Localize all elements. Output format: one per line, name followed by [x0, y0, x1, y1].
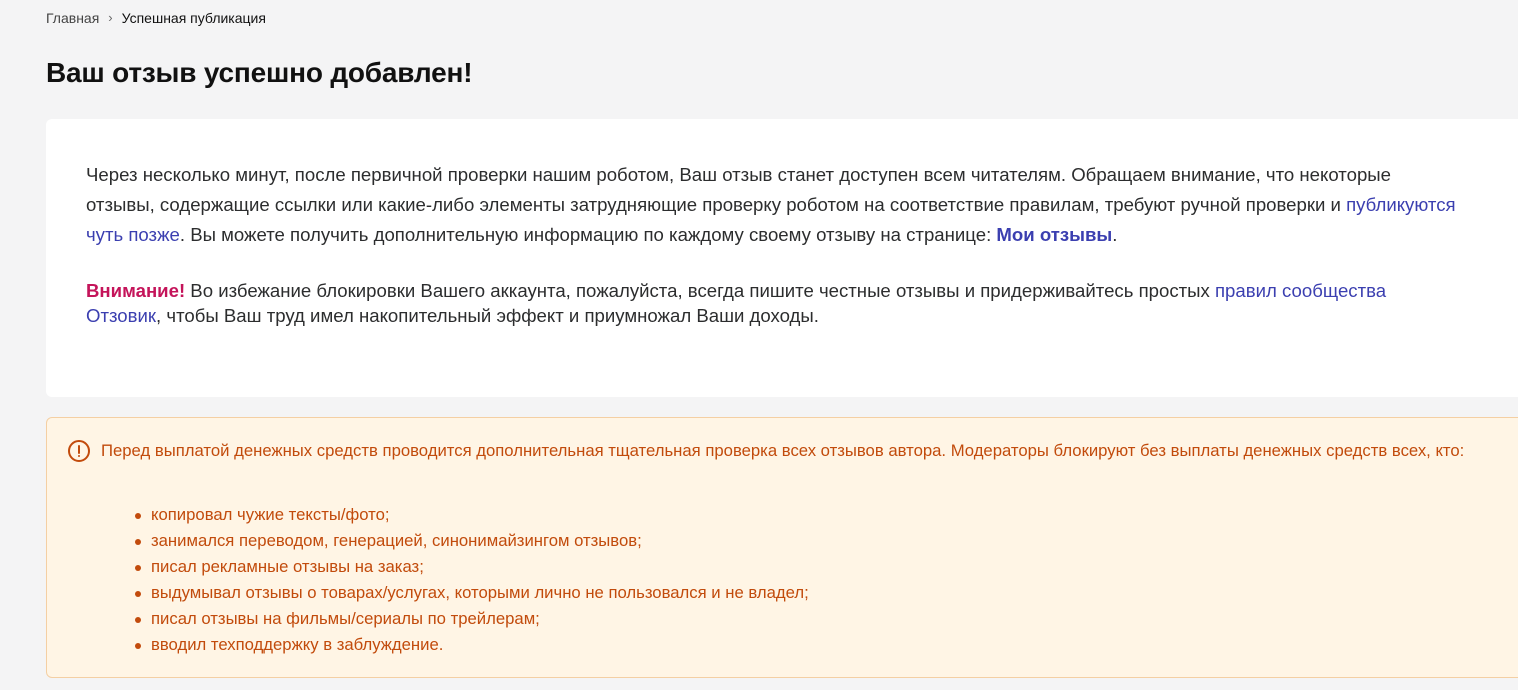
my-reviews-link[interactable]: Мои отзывы — [996, 224, 1112, 245]
publication-info-text: Через несколько минут, после первичной п… — [86, 164, 1391, 215]
breadcrumb: Главная › Успешная публикация — [46, 9, 266, 27]
notice-text: Перед выплатой денежных средств проводит… — [101, 441, 1465, 460]
list-item: писал рекламные отзывы на заказ; — [133, 554, 809, 580]
list-item: выдумывал отзывы о товарах/услугах, кото… — [133, 580, 809, 606]
list-item: копировал чужие тексты/фото; — [133, 502, 809, 528]
info-card: Через несколько минут, после первичной п… — [46, 119, 1518, 397]
exclamation-circle-icon — [68, 440, 90, 462]
more-info-text: . Вы можете получить дополнительную инфо… — [179, 224, 997, 245]
violations-list: копировал чужие тексты/фото; занимался п… — [133, 502, 809, 658]
publication-info-paragraph: Через несколько минут, после первичной п… — [86, 160, 1458, 250]
payout-notice: Перед выплатой денежных средств проводит… — [46, 417, 1518, 678]
page-title: Ваш отзыв успешно добавлен! — [46, 57, 473, 88]
attention-text-end: , чтобы Ваш труд имел накопительный эффе… — [156, 305, 819, 326]
list-item: занимался переводом, генерацией, синоним… — [133, 528, 809, 554]
info-card-text: Через несколько минут, после первичной п… — [86, 160, 1458, 328]
breadcrumb-separator: › — [108, 10, 113, 25]
list-item: писал отзывы на фильмы/сериалы по трейле… — [133, 606, 809, 632]
list-item: вводил техподдержку в заблуждение. — [133, 632, 809, 658]
attention-label: Внимание! — [86, 280, 186, 301]
attention-paragraph: Внимание! Во избежание блокировки Вашего… — [86, 278, 1458, 328]
breadcrumb-current: Успешная публикация — [121, 10, 266, 26]
page: Главная › Успешная публикация Ваш отзыв … — [0, 0, 1518, 690]
attention-text: Во избежание блокировки Вашего аккаунта,… — [185, 280, 1215, 301]
breadcrumb-home-link[interactable]: Главная — [46, 9, 99, 27]
paragraph-end: . — [1112, 224, 1118, 245]
